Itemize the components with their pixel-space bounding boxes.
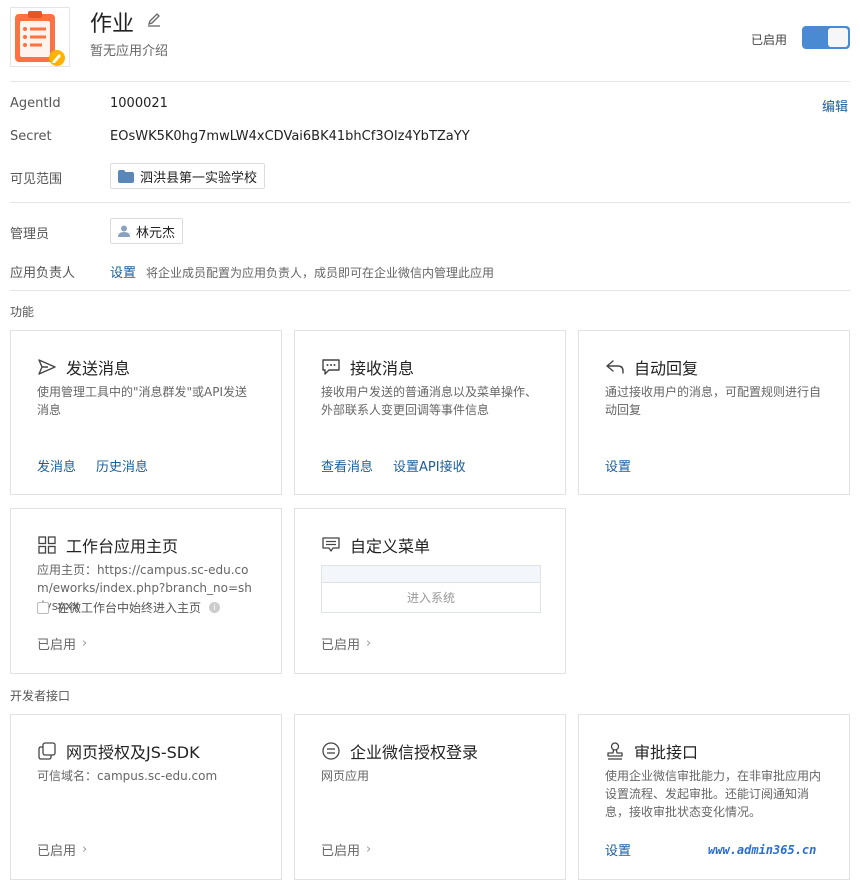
wework-login-status[interactable]: 已启用 ›	[321, 840, 371, 859]
app-description: 暂无应用介绍	[90, 44, 169, 59]
scope-chip[interactable]: 泗洪县第一实验学校	[110, 163, 266, 189]
status-text: 已启用	[37, 844, 77, 859]
message-history-link[interactable]: 历史消息	[96, 456, 148, 475]
edit-pencil-icon[interactable]	[146, 12, 162, 28]
info-icon[interactable]: i	[209, 602, 221, 613]
app-icon	[10, 7, 70, 67]
card-title: 企业微信授权登录	[350, 743, 479, 762]
divider	[10, 81, 850, 82]
chat-bubble-icon	[321, 357, 341, 377]
admin-label: 管理员	[10, 227, 50, 242]
owner-setup-link[interactable]: 设置	[110, 262, 136, 281]
developer-section-title: 开发者接口	[10, 689, 71, 703]
checkbox-label: 在微工作台中始终进入主页	[57, 601, 202, 615]
chevron-right-icon: ›	[82, 636, 88, 651]
admin-value: 林元杰	[136, 225, 176, 241]
card-description: 可信域名：campus.sc-edu.com	[37, 769, 218, 783]
web-auth-status[interactable]: 已启用 ›	[37, 840, 87, 859]
card-description: 通过接收用户的消息，可配置规则进行自动回复	[605, 385, 822, 417]
secret-value: EOsWK5K0hg7mwLW4xCDVai6BK41bhCf3OIz4YbTZ…	[110, 129, 470, 144]
card-title: 工作台应用主页	[66, 537, 179, 556]
web-auth-card: 网页授权及JS-SDK 可信域名：campus.sc-edu.com 已启用 ›	[10, 714, 282, 880]
scope-label: 可见范围	[10, 172, 63, 187]
app-title: 作业	[90, 12, 135, 37]
wework-login-card: 企业微信授权登录 网页应用 已启用 ›	[294, 714, 566, 880]
setup-api-receive-link[interactable]: 设置API接收	[393, 456, 466, 475]
divider	[10, 202, 850, 203]
preview-bar	[322, 566, 540, 583]
card-description: 使用管理工具中的"消息群发"或API发送消息	[37, 385, 248, 417]
status-text: 已启用	[321, 844, 361, 859]
edit-link[interactable]: 编辑	[822, 96, 848, 115]
owner-row: 设置 将企业成员配置为应用负责人，成员即可在企业微信内管理此应用	[110, 262, 494, 281]
owner-hint: 将企业成员配置为应用负责人，成员即可在企业微信内管理此应用	[146, 266, 495, 280]
menu-status[interactable]: 已启用 ›	[321, 634, 371, 653]
send-icon	[37, 357, 57, 377]
card-title: 审批接口	[634, 743, 699, 762]
approval-setup-link[interactable]: 设置	[605, 840, 631, 859]
menu-icon	[321, 535, 341, 555]
status-text: 已启用	[321, 638, 361, 653]
enabled-label: 已启用	[751, 33, 788, 47]
card-title: 自动回复	[634, 359, 699, 378]
scope-value: 泗洪县第一实验学校	[140, 170, 258, 186]
grid-icon	[37, 535, 57, 555]
card-title: 接收消息	[350, 359, 415, 378]
clipboard-icon	[15, 11, 65, 66]
card-actions: 查看消息 设置API接收	[321, 456, 466, 475]
owner-label: 应用负责人	[10, 266, 76, 281]
reply-icon	[605, 357, 625, 377]
admin-chip[interactable]: 林元杰	[110, 218, 184, 244]
workbench-homepage-card: 工作台应用主页 应用主页：https://campus.sc-edu.com/e…	[10, 508, 282, 674]
link-copy-icon	[37, 741, 57, 761]
status-text: 已启用	[37, 638, 77, 653]
chevron-right-icon: ›	[82, 842, 88, 857]
user-icon	[118, 225, 130, 237]
custom-menu-card: 自定义菜单 进入系统 已启用 ›	[294, 508, 566, 674]
toggle-knob	[828, 28, 848, 47]
watermark: www.admin365.cn	[708, 843, 817, 857]
always-home-checkbox[interactable]	[37, 601, 49, 614]
menu-preview: 进入系统	[321, 565, 541, 613]
features-section-title: 功能	[10, 305, 35, 319]
card-title: 发送消息	[66, 359, 131, 378]
folder-icon	[118, 169, 134, 183]
send-message-card: 发送消息 使用管理工具中的"消息群发"或API发送消息 发消息 历史消息	[10, 330, 282, 495]
card-title: 网页授权及JS-SDK	[66, 743, 200, 762]
enable-toggle[interactable]	[802, 26, 850, 49]
agentid-label: AgentId	[10, 96, 61, 111]
login-circle-icon	[321, 741, 341, 761]
card-title: 自定义菜单	[350, 537, 431, 556]
divider	[10, 290, 850, 291]
app-header: 作业 暂无应用介绍 已启用	[0, 0, 860, 80]
chevron-right-icon: ›	[366, 842, 372, 857]
stamp-icon	[605, 741, 625, 761]
card-actions: 发消息 历史消息	[37, 456, 148, 475]
card-description: 使用企业微信审批能力，在非审批应用内设置流程、发起审批。还能订阅通知消息，接收审…	[605, 769, 822, 819]
card-actions: 设置	[605, 456, 631, 475]
preview-menu-item: 进入系统	[406, 591, 455, 605]
card-description: 接收用户发送的普通消息以及菜单操作、外部联系人变更回调等事件信息	[321, 385, 538, 417]
autoreply-setup-link[interactable]: 设置	[605, 456, 631, 475]
always-home-option: 在微工作台中始终进入主页 i	[37, 599, 221, 616]
homepage-status[interactable]: 已启用 ›	[37, 634, 87, 653]
chevron-right-icon: ›	[366, 636, 372, 651]
card-actions: 设置	[605, 840, 631, 859]
view-messages-link[interactable]: 查看消息	[321, 456, 373, 475]
agentid-value: 1000021	[110, 96, 168, 111]
receive-message-card: 接收消息 接收用户发送的普通消息以及菜单操作、外部联系人变更回调等事件信息 查看…	[294, 330, 566, 495]
card-description: 网页应用	[321, 769, 370, 783]
send-message-link[interactable]: 发消息	[37, 456, 76, 475]
secret-label: Secret	[10, 129, 52, 144]
auto-reply-card: 自动回复 通过接收用户的消息，可配置规则进行自动回复 设置	[578, 330, 850, 495]
